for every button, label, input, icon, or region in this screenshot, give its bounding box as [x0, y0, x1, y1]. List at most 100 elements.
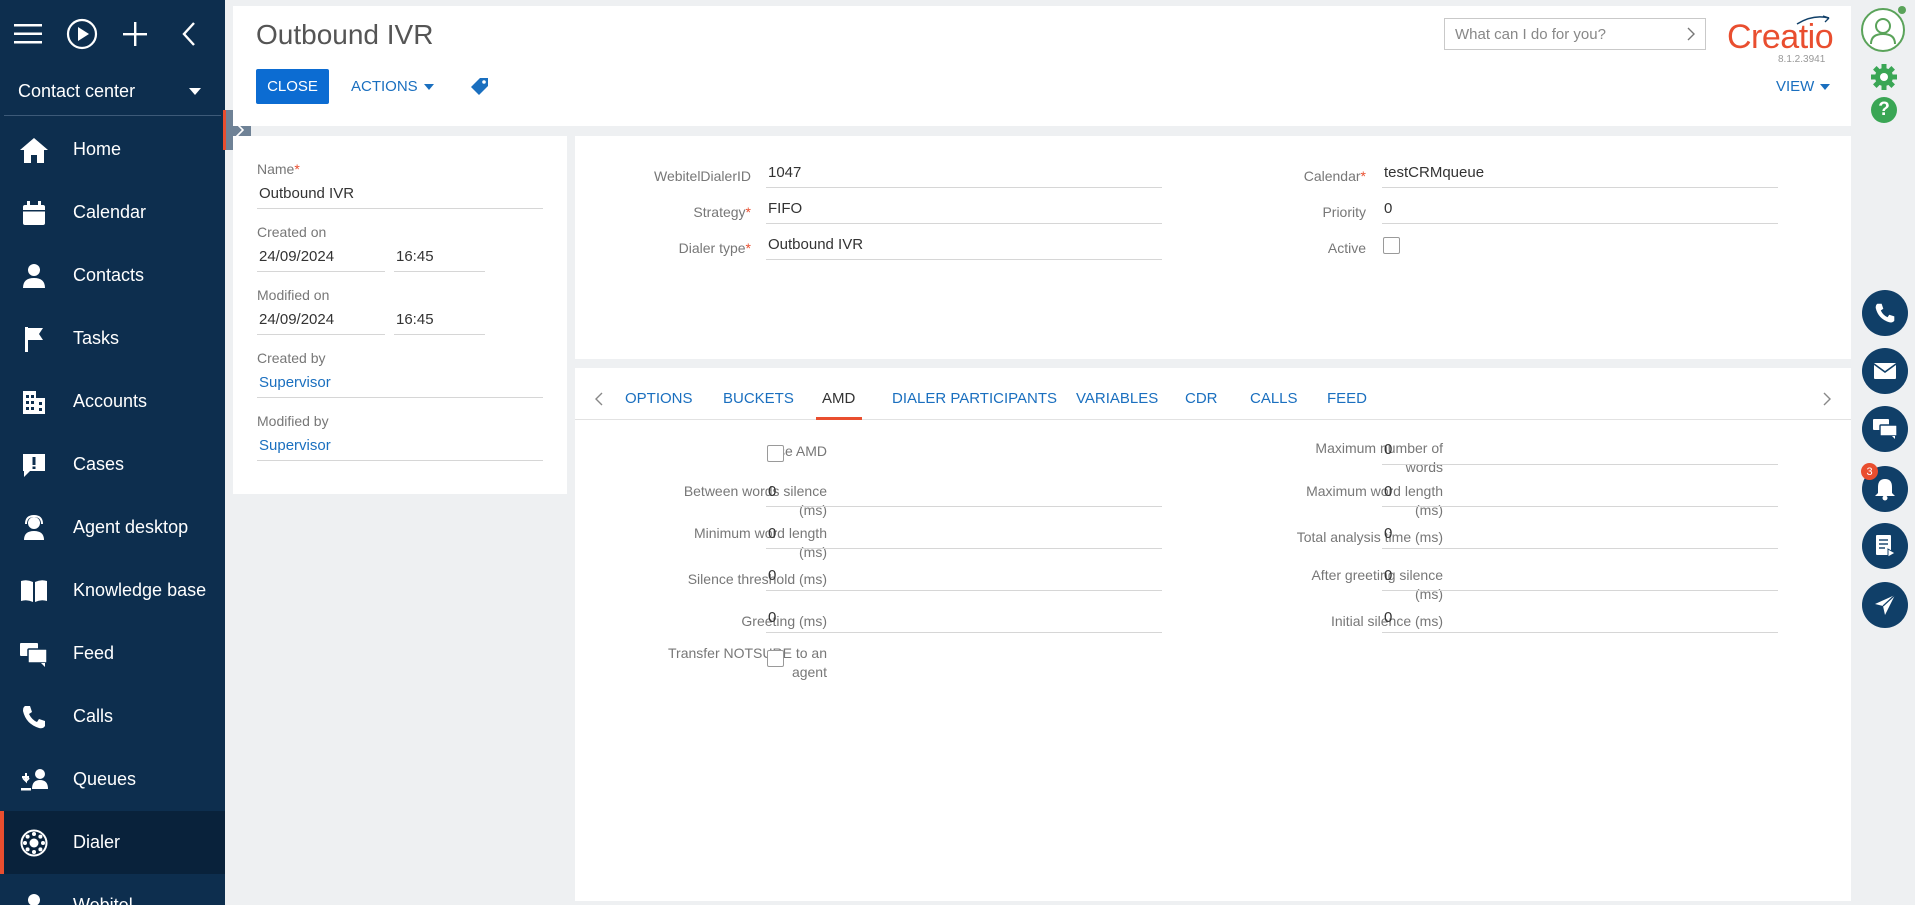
tab-feed[interactable]: FEED [1327, 390, 1367, 407]
transfer-notsure-checkbox[interactable] [767, 650, 784, 667]
chevron-down-icon [423, 83, 434, 90]
between-words-silence-field[interactable]: 0 [766, 481, 1162, 507]
created-by-link[interactable]: Supervisor [257, 372, 543, 398]
main-details-card: WebitelDialerID 1047 Strategy* FIFO Dial… [575, 136, 1851, 359]
active-tab-indicator [816, 417, 862, 420]
chat-icon [1873, 419, 1898, 439]
bell-icon [1875, 479, 1895, 501]
chat-button[interactable] [1862, 406, 1908, 452]
sidebar-item-label: Accounts [73, 391, 148, 411]
active-checkbox[interactable] [1383, 237, 1400, 254]
after-greeting-silence-field[interactable]: 0 [1382, 565, 1778, 591]
home-icon [19, 135, 49, 165]
email-button[interactable] [1862, 348, 1908, 394]
created-on-time-field[interactable]: 16:45 [394, 246, 485, 272]
sidebar-item-home[interactable]: Home [0, 118, 225, 181]
sidebar-item-label: Agent desktop [73, 517, 189, 537]
chevron-right-icon[interactable] [1823, 392, 1831, 406]
name-field[interactable]: Outbound IVR [257, 183, 543, 209]
document-button[interactable] [1862, 523, 1908, 569]
workspace-label: Contact center [18, 81, 136, 101]
use-amd-checkbox[interactable] [767, 445, 784, 462]
sidebar-item-feed[interactable]: Feed [0, 622, 225, 685]
sidebar-item-queues[interactable]: Queues [0, 748, 225, 811]
sidebar-item-knowledge-base[interactable]: Knowledge base [0, 559, 225, 622]
tab-dialer-participants[interactable]: DIALER PARTICIPANTS [892, 390, 1057, 407]
strategy-field[interactable]: FIFO [766, 198, 1162, 224]
chevron-right-icon[interactable] [1687, 27, 1695, 41]
phone-button[interactable] [1862, 290, 1908, 336]
envelope-icon [1873, 363, 1897, 379]
command-search[interactable] [1444, 18, 1706, 50]
view-button[interactable]: VIEW [1776, 78, 1831, 95]
plus-icon[interactable] [118, 16, 154, 52]
tab-variables[interactable]: VARIABLES [1076, 390, 1158, 407]
modified-by-label: Modified by [257, 413, 329, 429]
detail-tabs-panel: OPTIONS BUCKETS AMD DIALER PARTICIPANTS … [575, 368, 1851, 901]
tab-cdr[interactable]: CDR [1185, 390, 1218, 407]
chevron-left-icon[interactable] [595, 392, 603, 406]
sidebar-item-label: Contacts [73, 265, 145, 285]
total-analysis-time-field[interactable]: 0 [1382, 523, 1778, 549]
record-info-panel: Name* Outbound IVR Created on 24/09/2024… [233, 136, 567, 494]
priority-label: Priority [1322, 204, 1366, 220]
feed-icon [19, 639, 49, 669]
tab-buckets[interactable]: BUCKETS [723, 390, 794, 407]
sidebar-item-cases[interactable]: Cases [0, 433, 225, 496]
sidebar-item-contacts[interactable]: Contacts [0, 244, 225, 307]
page-title: Outbound IVR [256, 19, 434, 50]
sidebar-item-agent-desktop[interactable]: Agent desktop [0, 496, 225, 559]
calendar-field[interactable]: testCRMqueue [1382, 162, 1778, 188]
close-button[interactable]: CLOSE [256, 69, 329, 104]
maximum-number-of-words-field[interactable]: 0 [1382, 439, 1778, 465]
sidebar-item-label: Calendar [73, 202, 147, 222]
dialer-id-label: WebitelDialerID [654, 168, 751, 184]
priority-field[interactable]: 0 [1382, 198, 1778, 224]
sidebar-item-accounts[interactable]: Accounts [0, 370, 225, 433]
menu-icon[interactable] [10, 16, 46, 52]
communication-panel: ? 3 [1858, 0, 1915, 905]
created-on-date-field[interactable]: 24/09/2024 [257, 246, 385, 272]
sidebar-item-calls[interactable]: Calls [0, 685, 225, 748]
settings-gear-icon[interactable] [1870, 63, 1898, 94]
modified-on-time-field[interactable]: 16:45 [394, 309, 485, 335]
actions-button[interactable]: ACTIONS [351, 69, 434, 104]
workspace-selector[interactable]: Contact center [4, 68, 221, 116]
collapse-sidebar-icon[interactable] [171, 16, 207, 52]
dialer-id-field[interactable]: 1047 [766, 162, 1162, 188]
building-icon [19, 387, 49, 417]
tab-calls[interactable]: CALLS [1250, 390, 1298, 407]
modified-on-date-field[interactable]: 24/09/2024 [257, 309, 385, 335]
maximum-word-length-field[interactable]: 0 [1382, 481, 1778, 507]
sidebar-item-dialer[interactable]: Dialer [0, 811, 225, 874]
sidebar-toolbar [0, 0, 225, 68]
sidebar-item-label: Feed [73, 643, 115, 663]
tab-options[interactable]: OPTIONS [625, 390, 693, 407]
tab-amd[interactable]: AMD [822, 390, 855, 407]
dialer-icon [19, 828, 49, 858]
chevron-down-icon [1820, 83, 1831, 90]
silence-threshold-field[interactable]: 0 [766, 565, 1162, 591]
search-input[interactable] [1455, 25, 1665, 43]
play-icon[interactable] [64, 16, 100, 52]
sidebar-item-webitel[interactable]: Webitel [0, 874, 225, 905]
modified-by-link[interactable]: Supervisor [257, 435, 543, 461]
initial-silence-field[interactable]: 0 [1382, 607, 1778, 633]
user-avatar[interactable] [1861, 8, 1905, 52]
dialer-type-label: Dialer type* [678, 240, 751, 256]
sidebar-item-label: Dialer [73, 832, 121, 852]
document-icon [1876, 535, 1896, 558]
sidebar-item-calendar[interactable]: Calendar [0, 181, 225, 244]
minimum-word-length-field[interactable]: 0 [766, 523, 1162, 549]
send-button[interactable] [1862, 582, 1908, 628]
greeting-field[interactable]: 0 [766, 607, 1162, 633]
sidebar-item-tasks[interactable]: Tasks [0, 307, 225, 370]
name-label: Name* [257, 161, 300, 177]
tag-icon[interactable] [470, 76, 492, 98]
sidebar-item-label: Webitel [73, 895, 133, 905]
actions-label: ACTIONS [351, 78, 418, 95]
book-icon [19, 576, 49, 606]
dialer-type-field[interactable]: Outbound IVR [766, 234, 1162, 260]
phone-icon [19, 702, 49, 732]
help-icon[interactable]: ? [1871, 97, 1897, 123]
